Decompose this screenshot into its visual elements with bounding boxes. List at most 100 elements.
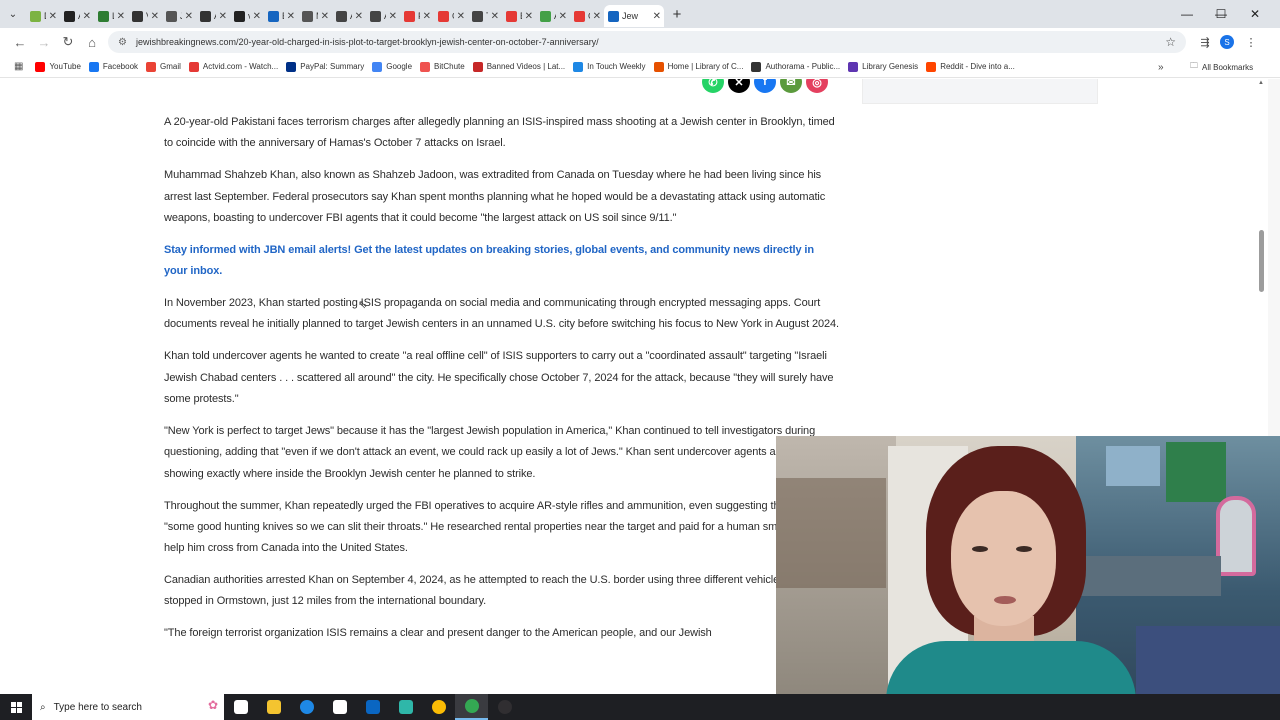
tab-close-icon[interactable]: ✕ xyxy=(355,11,363,22)
apps-grid-icon[interactable]: ▦ xyxy=(14,61,23,72)
tab-close-icon[interactable]: ✕ xyxy=(287,11,295,22)
bookmark-label: Home | Library of C... xyxy=(667,62,744,71)
tab-13[interactable]: The✕ xyxy=(468,5,502,27)
tab-close-icon[interactable]: ✕ xyxy=(491,11,499,22)
bookmark-item[interactable]: Gmail xyxy=(146,56,181,78)
tab-favicon-icon xyxy=(132,10,143,22)
tab-title: Ani xyxy=(214,11,216,21)
close-window-button[interactable]: ✕ xyxy=(1238,0,1272,28)
tab-10[interactable]: Ant✕ xyxy=(366,5,400,27)
obs-taskbar-button[interactable] xyxy=(488,694,521,720)
tab-favicon-icon xyxy=(574,10,585,22)
tab-8[interactable]: My✕ xyxy=(298,5,332,27)
address-bar[interactable]: ⚙ jewishbreakingnews.com/20-year-old-cha… xyxy=(108,31,1186,53)
tab-12[interactable]: Gre✕ xyxy=(434,5,468,27)
article-paragraph: Throughout the summer, Khan repeatedly u… xyxy=(164,499,824,555)
email-alert-link[interactable]: Stay informed with JBN email alerts! Get… xyxy=(164,240,840,283)
tab-close-icon[interactable]: ✕ xyxy=(559,11,567,22)
tab-close-icon[interactable]: ✕ xyxy=(321,11,329,22)
tab-close-icon[interactable]: ✕ xyxy=(185,11,193,22)
home-button[interactable]: ⌂ xyxy=(80,30,104,54)
tab-3[interactable]: Vay✕ xyxy=(128,5,162,27)
start-button[interactable] xyxy=(0,694,32,720)
tab-close-icon[interactable]: ✕ xyxy=(151,11,159,22)
tab-close-icon[interactable]: ✕ xyxy=(253,11,261,22)
tab-7[interactable]: Evic✕ xyxy=(264,5,298,27)
edge-taskbar-button[interactable] xyxy=(290,694,323,720)
profile-button[interactable]: S xyxy=(1216,28,1238,56)
tab-close-icon[interactable]: ✕ xyxy=(457,11,465,22)
back-button[interactable]: ← xyxy=(8,30,32,54)
facebook-icon[interactable]: f xyxy=(754,79,776,93)
maximize-button[interactable]: ☐ xyxy=(1204,0,1238,28)
bookmark-label: YouTube xyxy=(49,62,81,71)
bookmark-favicon-icon xyxy=(653,61,664,72)
site-info-icon[interactable]: ⚙ xyxy=(118,37,130,48)
forward-button[interactable]: → xyxy=(32,30,56,54)
tab-11[interactable]: Full✕ xyxy=(400,5,434,27)
tab-1[interactable]: Ani✕ xyxy=(60,5,94,27)
bookmark-item[interactable]: PayPal: Summary xyxy=(286,56,364,78)
tab-15[interactable]: All✕ xyxy=(536,5,570,27)
bookmark-item[interactable]: Facebook xyxy=(88,56,138,78)
minimize-button-2[interactable]: — xyxy=(1170,0,1204,28)
bookmark-item[interactable]: Google xyxy=(372,56,412,78)
tab-close-icon[interactable]: ✕ xyxy=(219,11,227,22)
tab-17[interactable]: Jew ✕ xyxy=(604,5,664,27)
bookmark-item[interactable]: Banned Videos | Lat... xyxy=(472,56,565,78)
tab-close-icon[interactable]: ✕ xyxy=(389,11,397,22)
bookmark-item[interactable]: Actvid.com - Watch... xyxy=(188,56,278,78)
bookmark-item[interactable]: In Touch Weekly xyxy=(573,56,646,78)
tab-close-icon[interactable]: ✕ xyxy=(49,11,57,22)
bookmark-item[interactable]: Library Genesis xyxy=(848,56,918,78)
tab-favicon-icon xyxy=(268,10,279,22)
tab-close-icon[interactable]: ✕ xyxy=(653,11,661,22)
tab-close-icon[interactable]: ✕ xyxy=(117,11,125,22)
tab-6[interactable]: vie✕ xyxy=(230,5,264,27)
chrome-active-taskbar-button[interactable] xyxy=(455,694,488,720)
tab-close-icon[interactable]: ✕ xyxy=(423,11,431,22)
whatsapp-icon[interactable]: ✆ xyxy=(702,79,724,93)
bookmark-item[interactable]: Authorama - Public... xyxy=(751,56,840,78)
chrome-taskbar-button[interactable] xyxy=(422,694,455,720)
tab-9[interactable]: A re✕ xyxy=(332,5,366,27)
bookmark-favicon-icon xyxy=(35,61,46,72)
bookmark-item[interactable]: Home | Library of C... xyxy=(653,56,744,78)
bookmark-favicon-icon xyxy=(286,61,297,72)
bookmark-item[interactable]: Reddit - Dive into a... xyxy=(926,56,1015,78)
tab-14[interactable]: Elin✕ xyxy=(502,5,536,27)
scroll-up-icon[interactable]: ▲ xyxy=(1258,80,1264,86)
scrollbar-thumb[interactable] xyxy=(1259,230,1264,292)
webcam-shelf xyxy=(1081,556,1221,596)
taskbar-apps xyxy=(224,694,521,720)
bookmark-star-icon[interactable]: ☆ xyxy=(1165,35,1176,49)
all-bookmarks-button[interactable]: 🗀 All Bookmarks xyxy=(1190,56,1253,78)
browser-menu-icon[interactable]: ⋮ xyxy=(1240,28,1262,56)
app-taskbar-button[interactable] xyxy=(389,694,422,720)
extensions-icon[interactable]: ⇶ xyxy=(1194,28,1216,56)
email-icon[interactable]: ✉ xyxy=(780,79,802,93)
tab-search-button[interactable]: ⌄ xyxy=(0,0,26,28)
store-taskbar-button[interactable] xyxy=(323,694,356,720)
bookmark-item[interactable]: BitChute xyxy=(420,56,465,78)
reload-button[interactable]: ↻ xyxy=(56,30,80,54)
more-bookmarks-icon[interactable]: » xyxy=(1158,56,1164,78)
file-explorer-taskbar-button[interactable] xyxy=(257,694,290,720)
task-view-taskbar-button[interactable] xyxy=(224,694,257,720)
instagram-icon[interactable]: ◎ xyxy=(806,79,828,93)
x-icon[interactable]: ✕ xyxy=(728,79,750,93)
tab-16[interactable]: Gre✕ xyxy=(570,5,604,27)
tab-4[interactable]: Jew✕ xyxy=(162,5,196,27)
tab-close-icon[interactable]: ✕ xyxy=(83,11,91,22)
tab-close-icon[interactable]: ✕ xyxy=(525,11,533,22)
outlook-taskbar-button[interactable] xyxy=(356,694,389,720)
bookmark-list: YouTube Facebook Gmail Actvid.com - Watch..… xyxy=(35,56,1022,78)
bookmark-item[interactable]: YouTube xyxy=(35,56,81,78)
tab-title: Full xyxy=(418,11,420,21)
tab-2[interactable]: Léo✕ xyxy=(94,5,128,27)
new-tab-button[interactable]: + xyxy=(664,6,690,23)
tab-close-icon[interactable]: ✕ xyxy=(593,11,601,22)
tab-0[interactable]: Dov✕ xyxy=(26,5,60,27)
taskbar-search[interactable]: ⌕ Type here to search ✿ xyxy=(32,694,224,720)
tab-5[interactable]: Ani✕ xyxy=(196,5,230,27)
